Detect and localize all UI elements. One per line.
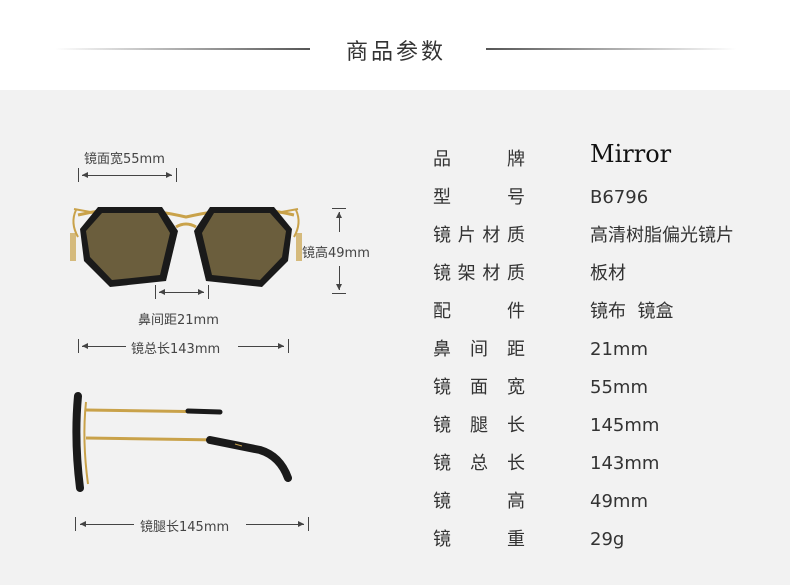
- dim-tick: [208, 285, 209, 299]
- spec-row-lens-material: 镜片材质 高清树脂偏光镜片: [433, 224, 773, 262]
- dim-tick: [332, 293, 346, 294]
- dim-line: [82, 175, 172, 176]
- glasses-front-image: [70, 207, 302, 287]
- bridge-label: 鼻间距21mm: [138, 313, 219, 328]
- dim-tick: [155, 285, 156, 299]
- spec-row-weight: 镜重 29g: [433, 528, 773, 566]
- spec-value: 29g: [590, 529, 625, 550]
- spec-label: 镜面宽: [433, 377, 525, 398]
- spec-value: B6796: [590, 187, 649, 208]
- spec-value: 55mm: [590, 377, 648, 398]
- spec-row-brand: 品牌 Mirror: [433, 142, 773, 186]
- arrow-right-icon: [198, 289, 204, 295]
- spec-row-frame-material: 镜架材质 板材: [433, 262, 773, 300]
- dim-line: [246, 524, 304, 525]
- spec-label: 品牌: [433, 149, 525, 170]
- spec-row-bridge: 鼻间距 21mm: [433, 338, 773, 376]
- arrow-left-icon: [80, 521, 86, 527]
- dim-line: [80, 524, 134, 525]
- dim-tick: [75, 517, 76, 531]
- spec-row-accessories: 配件 镜布 镜盒: [433, 300, 773, 338]
- dim-tick: [288, 339, 289, 353]
- spec-row-lens-width: 镜面宽 55mm: [433, 376, 773, 414]
- arrow-up-icon: [336, 212, 342, 218]
- spec-label: 镜重: [433, 529, 525, 550]
- spec-value: 49mm: [590, 491, 648, 512]
- arrow-right-icon: [298, 521, 304, 527]
- spec-label: 型号: [433, 187, 525, 208]
- dim-tick: [332, 208, 346, 209]
- spec-label: 镜片材质: [433, 225, 525, 246]
- section-title: 商品参数: [346, 40, 447, 65]
- spec-value: 板材: [590, 263, 626, 284]
- spec-value: 高清树脂偏光镜片: [590, 225, 734, 246]
- spec-row-model: 型号 B6796: [433, 186, 773, 224]
- dim-line: [82, 346, 126, 347]
- total-length-label: 镜总长143mm: [131, 342, 221, 357]
- dim-tick: [176, 168, 177, 182]
- spec-value: 145mm: [590, 415, 660, 436]
- spec-row-lens-height: 镜高 49mm: [433, 490, 773, 528]
- arrow-left-icon: [82, 172, 88, 178]
- lens-height-label: 镜高49mm: [302, 246, 370, 261]
- lens-width-label: 镜面宽55mm: [84, 152, 165, 167]
- section-header: 商品参数: [0, 0, 790, 90]
- spec-label: 镜腿长: [433, 415, 525, 436]
- arrow-right-icon: [166, 172, 172, 178]
- dim-tick: [78, 339, 79, 353]
- spec-label: 鼻间距: [433, 339, 525, 360]
- header-divider-right: [486, 48, 736, 50]
- arrow-right-icon: [278, 343, 284, 349]
- arrow-left-icon: [159, 289, 165, 295]
- spec-row-total-length: 镜总长 143mm: [433, 452, 773, 490]
- temple-length-label: 镜腿长145mm: [140, 520, 230, 535]
- spec-value: 镜布 镜盒: [590, 301, 674, 322]
- arrow-down-icon: [336, 284, 342, 290]
- header-divider-left: [55, 48, 310, 50]
- spec-value-brand: Mirror: [590, 140, 672, 168]
- arrow-left-icon: [82, 343, 88, 349]
- dim-tick: [78, 168, 79, 182]
- spec-label: 镜高: [433, 491, 525, 512]
- spec-value: 21mm: [590, 339, 648, 360]
- glasses-side-image: [72, 392, 292, 492]
- spec-row-temple-length: 镜腿长 145mm: [433, 414, 773, 452]
- spec-label: 镜架材质: [433, 263, 525, 284]
- dim-tick: [308, 517, 309, 531]
- spec-value: 143mm: [590, 453, 660, 474]
- spec-label: 镜总长: [433, 453, 525, 474]
- spec-label: 配件: [433, 301, 525, 322]
